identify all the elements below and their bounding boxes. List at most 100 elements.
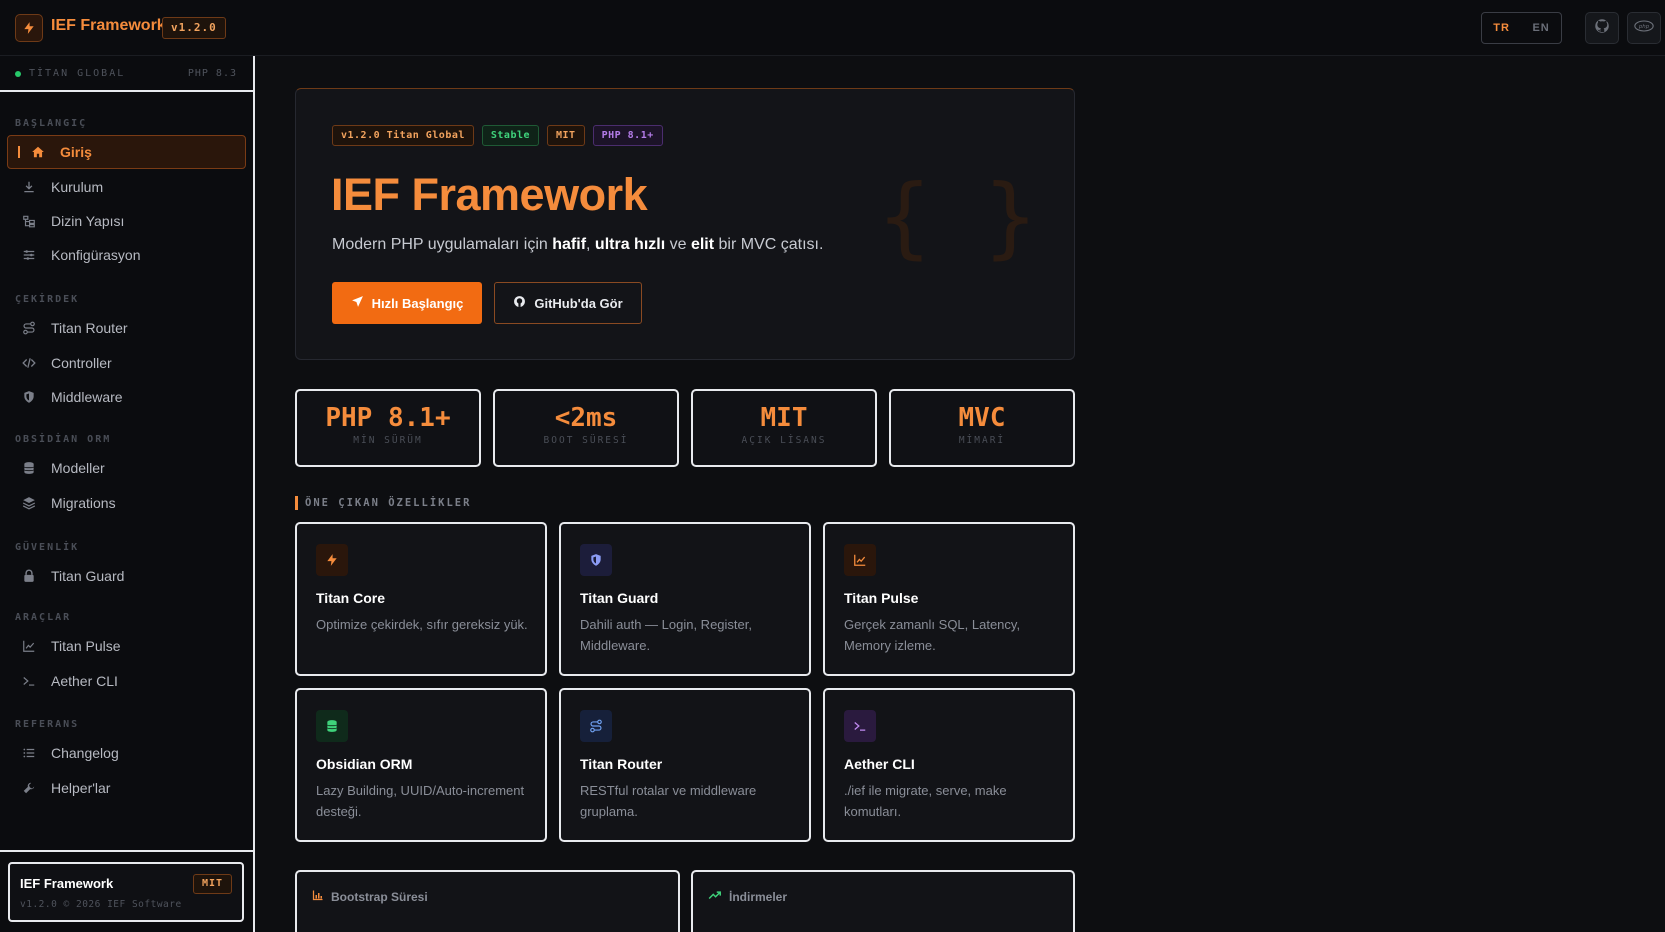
top-bar: IEF Framework v1.2.0 TR EN php [0, 0, 1665, 56]
sidebar-item-migrations[interactable]: Migrations [7, 486, 246, 520]
lang-tr-option[interactable]: TR [1493, 22, 1510, 34]
desc-part: Modern PHP uygulamaları için [332, 236, 553, 253]
trending-up-icon [708, 889, 729, 904]
footer-copyright: v1.2.0 © 2026 IEF Software [20, 899, 182, 910]
sidebar-section-title: REFERANS [15, 719, 80, 730]
sidebar-section-title: ARAÇLAR [15, 612, 72, 623]
database-icon [21, 460, 37, 476]
footer-license-badge: MIT [192, 874, 232, 894]
features-heading: ÖNE ÇIKAN ÖZELLİKLER [295, 495, 471, 510]
svg-text:php: php [1638, 24, 1650, 30]
feature-card-aether-cli[interactable]: Aether CLI ./ief ile migrate, serve, mak… [823, 688, 1075, 842]
github-icon [1593, 17, 1611, 40]
logo-bolt-icon[interactable] [15, 14, 43, 42]
feature-card-titan-pulse[interactable]: Titan Pulse Gerçek zamanlı SQL, Latency,… [823, 522, 1075, 676]
sidebar-item-titan-router[interactable]: Titan Router [7, 311, 246, 345]
hero-title: IEF Framework [331, 169, 648, 220]
feature-card-titan-guard[interactable]: Titan Guard Dahili auth — Login, Registe… [559, 522, 811, 676]
database-icon [316, 710, 348, 742]
route-icon [21, 320, 37, 336]
shield-icon [580, 544, 612, 576]
download-icon [21, 179, 37, 195]
feature-title: Titan Core [316, 590, 385, 606]
sidebar-item-aether-cli[interactable]: Aether CLI [7, 664, 246, 698]
stat-value: <2ms [554, 403, 618, 433]
sidebar-item-titan-guard[interactable]: Titan Guard [7, 559, 246, 593]
sidebar-item-controller[interactable]: Controller [7, 346, 246, 380]
feature-card-obsidian-orm[interactable]: Obsidian ORM Lazy Building, UUID/Auto-in… [295, 688, 547, 842]
stats-row: PHP 8.1+ MİN SÜRÜM <2ms BOOT SÜRESİ MIT … [295, 389, 1075, 467]
sidebar-status: TİTAN GLOBAL PHP 8.3 [0, 56, 253, 92]
sidebar-footer: IEF Framework v1.2.0 © 2026 IEF Software… [0, 850, 253, 932]
quick-start-label: Hızlı Başlangıç [371, 295, 464, 311]
tag-version: v1.2.0 Titan Global [332, 125, 474, 146]
stat-value: PHP 8.1+ [325, 403, 451, 433]
layers-icon [21, 495, 37, 511]
sidebar-item-label: Titan Pulse [51, 638, 121, 654]
sidebar-item-label: Kurulum [51, 179, 104, 195]
github-view-button[interactable]: GitHub'da Gör [494, 282, 642, 324]
downloads-title: İndirmeler [729, 889, 788, 904]
quick-start-button[interactable]: Hızlı Başlangıç [332, 282, 482, 324]
hero-tags: v1.2.0 Titan Global Stable MIT PHP 8.1+ [332, 125, 663, 146]
stat-card: <2ms BOOT SÜRESİ [493, 389, 679, 467]
php-button[interactable]: php [1627, 12, 1661, 44]
desc-bold: hafif [552, 236, 587, 253]
features-heading-text: ÖNE ÇIKAN ÖZELLİKLER [305, 496, 472, 509]
status-dot [15, 71, 21, 77]
tag-stable: Stable [481, 125, 540, 146]
sidebar-item-modeller[interactable]: Modeller [7, 451, 246, 485]
downloads-card: İndirmeler [691, 870, 1075, 932]
downloads-header: İndirmeler [708, 889, 787, 904]
sidebar: TİTAN GLOBAL PHP 8.3 BAŞLANGIÇ Giriş Kur… [0, 56, 255, 932]
stat-value: MVC [958, 403, 1006, 433]
github-view-label: GitHub'da Gör [534, 295, 623, 311]
heading-accent-bar [295, 495, 298, 510]
sidebar-item-label: Modeller [51, 460, 105, 476]
footer-title: IEF Framework [20, 876, 114, 891]
bar-chart-icon [312, 889, 331, 904]
language-switch[interactable]: TR EN [1481, 12, 1562, 44]
sidebar-item-label: Konfigürasyon [51, 247, 141, 263]
sidebar-item-kurulum[interactable]: Kurulum [7, 170, 246, 204]
desc-bold: ultra hızlı [594, 236, 666, 253]
sidebar-item-dizin-yapisi[interactable]: Dizin Yapısı [7, 204, 246, 238]
sidebar-section-title: OBSİDİAN ORM [15, 434, 112, 445]
stat-label: BOOT SÜRESİ [543, 435, 629, 446]
sidebar-section-title: ÇEKİRDEK [15, 294, 80, 305]
feature-title: Titan Pulse [844, 590, 919, 606]
feature-title: Aether CLI [844, 756, 915, 772]
sidebar-item-label: Helper'lar [51, 780, 111, 796]
stat-card: PHP 8.1+ MİN SÜRÜM [295, 389, 481, 467]
desc-part: ve [665, 236, 691, 253]
sidebar-item-middleware[interactable]: Middleware [7, 380, 246, 414]
feature-card-titan-core[interactable]: Titan Core Optimize çekirdek, sıfır gere… [295, 522, 547, 676]
sidebar-item-label: Giriş [60, 144, 92, 160]
hero-section: { } v1.2.0 Titan Global Stable MIT PHP 8… [295, 88, 1075, 360]
tag-php: PHP 8.1+ [592, 125, 663, 146]
stat-card: MVC MİMARİ [889, 389, 1075, 467]
sidebar-item-helpers[interactable]: Helper'lar [7, 771, 246, 805]
feature-title: Titan Guard [580, 590, 659, 606]
feature-card-titan-router[interactable]: Titan Router RESTful rotalar ve middlewa… [559, 688, 811, 842]
status-label: TİTAN GLOBAL [29, 68, 126, 79]
stat-label: MİN SÜRÜM [353, 435, 423, 446]
sidebar-footer-card: IEF Framework v1.2.0 © 2026 IEF Software… [8, 862, 244, 922]
home-icon [30, 144, 46, 160]
stat-label: MİMARİ [958, 435, 1006, 446]
version-badge: v1.2.0 [162, 17, 226, 39]
stat-value: MIT [760, 403, 808, 433]
feature-title: Titan Router [580, 756, 663, 772]
chart-line-icon [844, 544, 876, 576]
lang-en-option[interactable]: EN [1532, 22, 1549, 34]
stat-card: MIT AÇIK LİSANS [691, 389, 877, 467]
sidebar-item-label: Changelog [51, 745, 119, 761]
sidebar-item-changelog[interactable]: Changelog [7, 736, 246, 770]
sidebar-item-titan-pulse[interactable]: Titan Pulse [7, 629, 246, 663]
sidebar-item-label: Migrations [51, 495, 116, 511]
github-button[interactable] [1585, 12, 1619, 44]
sidebar-item-konfigurasyon[interactable]: Konfigürasyon [7, 238, 246, 272]
brand-title[interactable]: IEF Framework [51, 17, 166, 35]
lock-icon [21, 568, 37, 584]
sidebar-item-giris[interactable]: Giriş [7, 135, 246, 169]
